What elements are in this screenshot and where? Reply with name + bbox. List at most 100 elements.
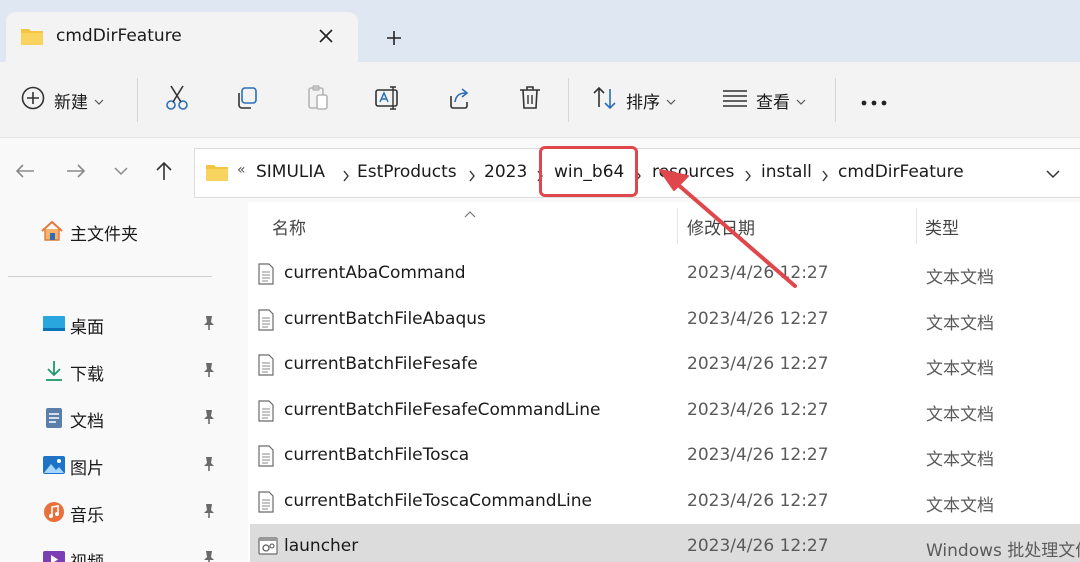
breadcrumb-cmddirfeature[interactable]: cmdDirFeature xyxy=(838,162,964,182)
file-row[interactable]: currentBatchFileFesafe 2023/4/26 12:27 文… xyxy=(250,342,1080,386)
file-name: launcher xyxy=(284,536,359,556)
file-row[interactable]: currentBatchFileToscaCommandLine 2023/4/… xyxy=(250,479,1080,523)
cut-button[interactable] xyxy=(162,80,192,120)
text-file-icon xyxy=(258,491,274,517)
breadcrumb-estproducts[interactable]: EstProducts xyxy=(357,162,457,182)
file-type: 文本文档 xyxy=(926,496,994,516)
chevron-right-icon xyxy=(468,167,476,186)
sidebar-label: 图片 xyxy=(70,459,104,479)
sort-button[interactable]: 排序 xyxy=(592,80,676,120)
toolbar-divider xyxy=(137,78,138,122)
more-button[interactable] xyxy=(858,80,890,120)
sort-ascending-icon xyxy=(464,204,476,223)
pin-icon[interactable] xyxy=(202,550,216,562)
sidebar-item-pictures[interactable]: 图片 xyxy=(30,448,230,482)
sidebar-item-documents[interactable]: 文档 xyxy=(30,401,230,435)
file-name: currentBatchFileFesafeCommandLine xyxy=(284,400,601,420)
file-row[interactable]: launcher 2023/4/26 12:27 Windows 批处理文件 xyxy=(250,524,1080,562)
navigation-pane: 主文件夹 桌面 下载 文档 图片 音乐 xyxy=(0,202,248,562)
text-file-icon xyxy=(258,445,274,471)
copy-button[interactable] xyxy=(232,80,262,120)
rename-button[interactable] xyxy=(373,80,403,120)
sidebar-label: 文档 xyxy=(70,412,104,432)
file-type: 文本文档 xyxy=(926,268,994,288)
pictures-icon xyxy=(42,454,65,476)
file-date: 2023/4/26 12:27 xyxy=(687,309,829,329)
new-button[interactable]: 新建 xyxy=(20,80,104,120)
sidebar-label: 音乐 xyxy=(70,506,104,526)
file-row[interactable]: currentAbaCommand 2023/4/26 12:27 文本文档 xyxy=(250,251,1080,295)
sidebar-item-home[interactable]: 主文件夹 xyxy=(30,214,230,248)
up-arrow-icon[interactable] xyxy=(151,158,177,184)
sidebar-label: 主文件夹 xyxy=(70,225,138,245)
sidebar-label: 下载 xyxy=(70,365,104,385)
chevron-down-icon xyxy=(666,91,676,110)
chevron-right-icon xyxy=(821,167,829,186)
sort-label: 排序 xyxy=(626,92,660,113)
paste-icon xyxy=(305,84,331,116)
file-type: 文本文档 xyxy=(926,450,994,470)
text-file-icon xyxy=(258,354,274,380)
paste-button[interactable] xyxy=(303,80,333,120)
delete-button[interactable] xyxy=(515,80,545,120)
pin-icon[interactable] xyxy=(202,315,216,335)
column-divider[interactable] xyxy=(677,208,678,244)
delete-icon xyxy=(518,85,542,115)
pin-icon[interactable] xyxy=(202,456,216,476)
file-name: currentBatchFileFesafe xyxy=(284,354,478,374)
breadcrumb-overflow[interactable]: « xyxy=(237,162,246,178)
breadcrumb-simulia[interactable]: SIMULIA xyxy=(256,162,325,182)
title-bar: cmdDirFeature xyxy=(0,0,1080,62)
cut-icon xyxy=(164,84,190,116)
chevron-down-icon xyxy=(796,91,806,110)
sidebar-label: 视频 xyxy=(70,548,104,562)
column-divider[interactable] xyxy=(916,208,917,244)
tab-title: cmdDirFeature xyxy=(56,26,182,46)
sidebar-item-downloads[interactable]: 下载 xyxy=(30,354,230,388)
view-button[interactable]: 查看 xyxy=(722,80,806,120)
file-row[interactable]: currentBatchFileFesafeCommandLine 2023/4… xyxy=(250,388,1080,432)
file-type: 文本文档 xyxy=(926,405,994,425)
file-date: 2023/4/26 12:27 xyxy=(687,400,829,420)
close-icon[interactable] xyxy=(312,22,340,50)
breadcrumb-install[interactable]: install xyxy=(761,162,812,182)
recent-dropdown-icon[interactable] xyxy=(108,158,134,184)
column-header-type[interactable]: 类型 xyxy=(925,214,959,239)
breadcrumb-2023[interactable]: 2023 xyxy=(484,162,527,182)
file-date: 2023/4/26 12:27 xyxy=(687,536,829,556)
column-header-date[interactable]: 修改日期 xyxy=(687,214,755,239)
breadcrumb-resources[interactable]: resources xyxy=(652,162,734,182)
sidebar-item-music[interactable]: 音乐 xyxy=(30,495,230,529)
forward-arrow-icon[interactable] xyxy=(63,158,89,184)
share-icon xyxy=(447,85,473,115)
share-button[interactable] xyxy=(445,80,475,120)
home-icon xyxy=(40,220,63,242)
file-name: currentBatchFileTosca xyxy=(284,445,470,465)
pin-icon[interactable] xyxy=(202,362,216,382)
sidebar-item-videos[interactable]: 视频 xyxy=(30,542,230,562)
pin-icon[interactable] xyxy=(202,503,216,523)
chevron-right-icon xyxy=(744,167,752,186)
plus-icon[interactable] xyxy=(378,22,410,54)
toolbar-divider xyxy=(835,78,836,122)
download-icon xyxy=(42,360,64,382)
back-arrow-icon[interactable] xyxy=(12,158,38,184)
folder-icon xyxy=(205,162,229,186)
tab-cmddirfeature[interactable]: cmdDirFeature xyxy=(6,12,358,62)
rename-icon xyxy=(374,85,402,115)
new-label: 新建 xyxy=(54,92,88,113)
file-row[interactable]: currentBatchFileAbaqus 2023/4/26 12:27 文… xyxy=(250,297,1080,341)
chevron-down-icon[interactable] xyxy=(1041,162,1065,186)
pin-icon[interactable] xyxy=(202,409,216,429)
file-date: 2023/4/26 12:27 xyxy=(687,445,829,465)
view-icon xyxy=(722,88,748,112)
sidebar-divider xyxy=(8,276,212,277)
file-row[interactable]: currentBatchFileTosca 2023/4/26 12:27 文本… xyxy=(250,433,1080,477)
highlight-box xyxy=(539,146,638,197)
file-date: 2023/4/26 12:27 xyxy=(687,491,829,511)
chevron-down-icon xyxy=(94,91,104,110)
chevron-right-icon xyxy=(342,167,350,186)
sidebar-item-desktop[interactable]: 桌面 xyxy=(30,307,230,341)
column-header-name[interactable]: 名称 xyxy=(272,214,306,239)
text-file-icon xyxy=(258,400,274,426)
